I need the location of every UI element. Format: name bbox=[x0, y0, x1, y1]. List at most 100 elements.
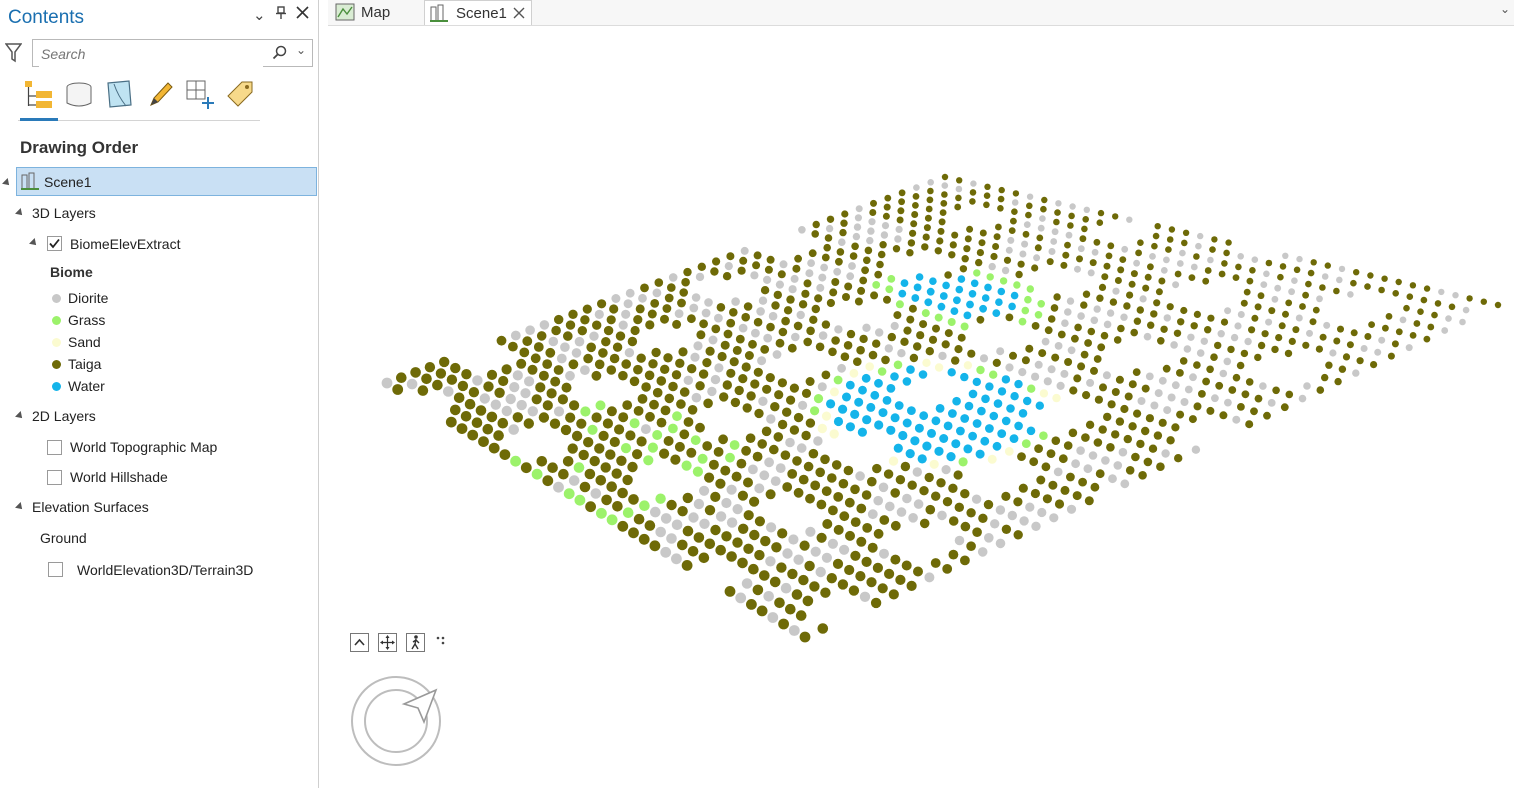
scene-point bbox=[911, 211, 919, 218]
list-by-snapping-icon[interactable] bbox=[184, 78, 216, 112]
scene-point bbox=[446, 374, 458, 385]
hillshade-visibility-checkbox[interactable] bbox=[47, 470, 62, 485]
scene-point bbox=[546, 388, 557, 399]
pan-mode-button[interactable] bbox=[378, 633, 397, 652]
scene-point bbox=[960, 372, 969, 382]
scene-point bbox=[913, 184, 920, 191]
scene-point bbox=[527, 406, 538, 417]
scene-point bbox=[704, 472, 715, 483]
scene-point bbox=[1005, 363, 1014, 372]
scene-point bbox=[525, 325, 535, 336]
scene-point bbox=[857, 427, 868, 437]
scene-point bbox=[424, 362, 436, 373]
scene-point bbox=[1494, 301, 1502, 309]
scene-point bbox=[687, 405, 698, 415]
search-icon[interactable] bbox=[272, 45, 288, 66]
scene-point bbox=[714, 313, 723, 323]
2d-layers-group[interactable]: 2D Layers bbox=[32, 408, 96, 424]
compass-navigator-icon[interactable] bbox=[348, 672, 446, 775]
collapse-2d-layers-icon[interactable] bbox=[15, 411, 25, 421]
tab-scene1[interactable]: Scene1 bbox=[424, 0, 532, 25]
scene-point bbox=[968, 290, 977, 298]
layer-name[interactable]: World Topographic Map bbox=[70, 439, 217, 455]
scene-point bbox=[1055, 200, 1062, 207]
elevation-source-checkbox[interactable] bbox=[48, 562, 63, 577]
scene-point bbox=[884, 568, 895, 580]
scene-point bbox=[632, 449, 643, 460]
scene-point bbox=[796, 310, 805, 320]
scene-point bbox=[966, 541, 976, 551]
filter-icon[interactable] bbox=[4, 43, 23, 68]
ground-surface[interactable]: Ground bbox=[40, 530, 87, 546]
scene-point bbox=[930, 558, 941, 568]
map-view-icon bbox=[335, 3, 355, 25]
topographic-visibility-checkbox[interactable] bbox=[47, 440, 62, 455]
search-options-chevron-icon[interactable]: ⌄ bbox=[296, 43, 306, 57]
scene-row[interactable]: Scene1 bbox=[16, 167, 317, 196]
scene-point bbox=[1025, 344, 1034, 353]
scene-point bbox=[946, 452, 956, 462]
scene-point bbox=[737, 490, 748, 501]
scene-point bbox=[966, 508, 976, 518]
scene-view-canvas[interactable] bbox=[330, 27, 1510, 783]
scene-point bbox=[989, 411, 999, 421]
pin-icon[interactable] bbox=[276, 6, 286, 24]
scene-point bbox=[825, 224, 834, 233]
scene-point bbox=[1076, 446, 1085, 455]
scene-point bbox=[921, 309, 930, 318]
scene-point bbox=[557, 394, 568, 405]
scene-point bbox=[501, 405, 512, 417]
collapse-elevation-icon[interactable] bbox=[15, 502, 25, 512]
scene-point bbox=[955, 194, 962, 202]
tab-map[interactable]: Map bbox=[333, 0, 417, 25]
scene-point bbox=[729, 357, 739, 367]
close-tab-icon[interactable] bbox=[513, 6, 525, 23]
scene-point bbox=[1014, 421, 1023, 431]
collapse-scene-icon[interactable] bbox=[2, 178, 12, 188]
search-box[interactable]: ⌄ bbox=[32, 39, 313, 67]
scene-point bbox=[724, 262, 733, 271]
list-by-labeling-icon[interactable] bbox=[224, 78, 256, 112]
list-by-data-source-icon[interactable] bbox=[64, 78, 96, 112]
search-input[interactable] bbox=[39, 41, 263, 67]
navigator-options-icon[interactable] bbox=[436, 633, 446, 651]
list-by-selection-icon[interactable] bbox=[104, 78, 136, 112]
elevation-surfaces-group[interactable]: Elevation Surfaces bbox=[32, 499, 149, 515]
close-pane-icon[interactable] bbox=[296, 6, 309, 23]
list-by-drawing-order-icon[interactable] bbox=[22, 78, 54, 112]
scene-point bbox=[1046, 449, 1056, 458]
3d-layers-group[interactable]: 3D Layers bbox=[32, 205, 96, 221]
scene-point bbox=[1237, 311, 1245, 318]
layer-name[interactable]: BiomeElevExtract bbox=[70, 236, 180, 252]
list-by-editing-icon[interactable] bbox=[146, 78, 178, 112]
scene-point bbox=[730, 397, 741, 408]
scene-point bbox=[1257, 341, 1266, 350]
scene-point bbox=[712, 257, 721, 266]
scene-point bbox=[744, 351, 754, 360]
collapse-3d-layers-icon[interactable] bbox=[15, 208, 25, 218]
layer-name[interactable]: World Hillshade bbox=[70, 469, 168, 485]
scene-point bbox=[938, 218, 946, 226]
scene-point bbox=[1024, 295, 1032, 304]
scene-point bbox=[778, 327, 788, 337]
pane-options-icon[interactable]: ⌄ bbox=[253, 6, 266, 24]
scene-point bbox=[867, 476, 877, 487]
scene-point bbox=[782, 482, 793, 492]
scene-point bbox=[1284, 349, 1293, 358]
collapse-layer-icon[interactable] bbox=[29, 238, 39, 248]
layer-visibility-checkbox[interactable] bbox=[47, 236, 62, 251]
scene-point bbox=[773, 290, 782, 300]
tab-list-chevron-icon[interactable]: ⌄ bbox=[1500, 2, 1510, 16]
scene-point bbox=[845, 380, 855, 390]
scene-point bbox=[1093, 238, 1101, 246]
scene-point bbox=[542, 400, 553, 411]
scene-point bbox=[1039, 215, 1046, 222]
elevation-source-name[interactable]: WorldElevation3D/Terrain3D bbox=[77, 562, 253, 578]
scene-point bbox=[579, 481, 591, 493]
first-person-mode-button[interactable] bbox=[406, 633, 425, 652]
scene-point bbox=[966, 300, 974, 309]
scene-point bbox=[1009, 351, 1017, 360]
scene-point bbox=[950, 307, 959, 315]
scene-point bbox=[768, 311, 778, 321]
navigator-expand-button[interactable] bbox=[350, 633, 369, 652]
